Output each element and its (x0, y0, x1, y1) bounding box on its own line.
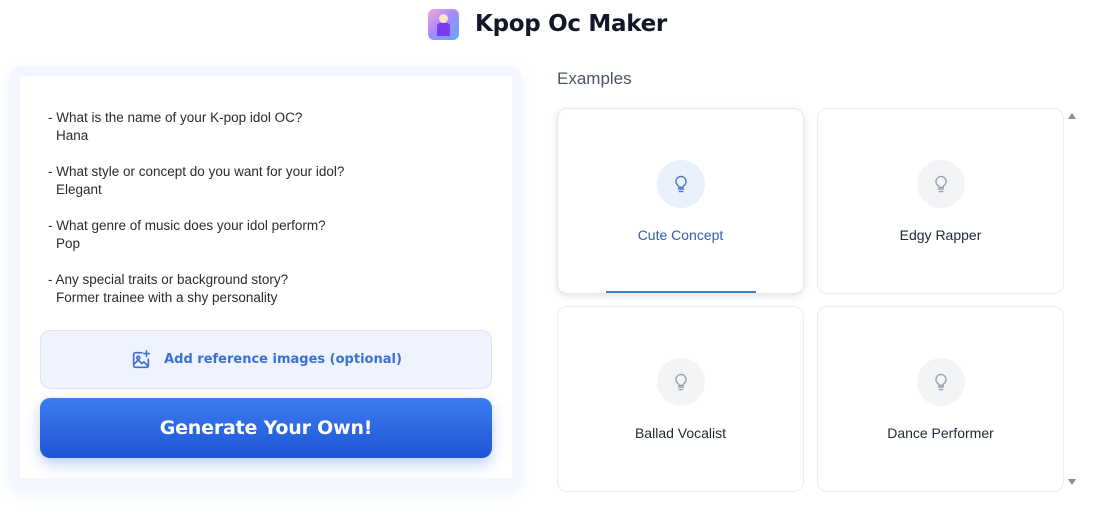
add-reference-images-button[interactable]: Add reference images (optional) (40, 330, 492, 389)
qa-item: - What is the name of your K-pop idol OC… (48, 109, 488, 145)
example-card-dance-performer[interactable]: Dance Performer (817, 306, 1064, 492)
qa-question: - What is the name of your K-pop idol OC… (48, 110, 303, 125)
example-card-cute-concept[interactable]: Cute Concept (557, 108, 804, 294)
example-card-label: Ballad Vocalist (634, 425, 727, 441)
image-add-icon (132, 349, 151, 368)
lightbulb-icon (916, 358, 965, 406)
qa-list: - What is the name of your K-pop idol OC… (48, 109, 488, 325)
lightbulb-icon (656, 160, 705, 208)
app-logo-icon (428, 8, 460, 40)
scroll-down-arrow-icon[interactable] (1067, 478, 1077, 486)
examples-title: Examples (557, 69, 632, 88)
generate-button-label: Generate Your Own! (159, 417, 373, 439)
qa-question: - Any special traits or background story… (48, 272, 289, 287)
example-card-label: Edgy Rapper (899, 227, 982, 243)
qa-item: - What genre of music does your idol per… (48, 217, 488, 253)
qa-item: - Any special traits or background story… (48, 271, 488, 307)
example-card-label: Dance Performer (887, 425, 994, 441)
example-card-label: Cute Concept (637, 227, 724, 243)
example-card-edgy-rapper[interactable]: Edgy Rapper (817, 108, 1064, 294)
selected-indicator (606, 291, 756, 293)
example-card-ballad-vocalist[interactable]: Ballad Vocalist (557, 306, 804, 492)
qa-answer: Elegant (56, 182, 102, 197)
qa-question: - What style or concept do you want for … (48, 164, 345, 179)
qa-answer: Hana (56, 128, 89, 143)
app-title: Kpop Oc Maker (475, 11, 667, 37)
scroll-up-arrow-icon[interactable] (1067, 112, 1077, 120)
add-reference-images-label: Add reference images (optional) (164, 352, 402, 367)
qa-answer: Former trainee with a shy personality (56, 290, 278, 305)
form-panel: - What is the name of your K-pop idol OC… (20, 76, 512, 478)
qa-question: - What genre of music does your idol per… (48, 218, 326, 233)
qa-answer: Pop (56, 236, 81, 251)
lightbulb-icon (916, 160, 965, 208)
app-header: Kpop Oc Maker (0, 0, 1095, 48)
generate-button[interactable]: Generate Your Own! (40, 398, 492, 458)
qa-item: - What style or concept do you want for … (48, 163, 488, 199)
lightbulb-icon (656, 358, 705, 406)
